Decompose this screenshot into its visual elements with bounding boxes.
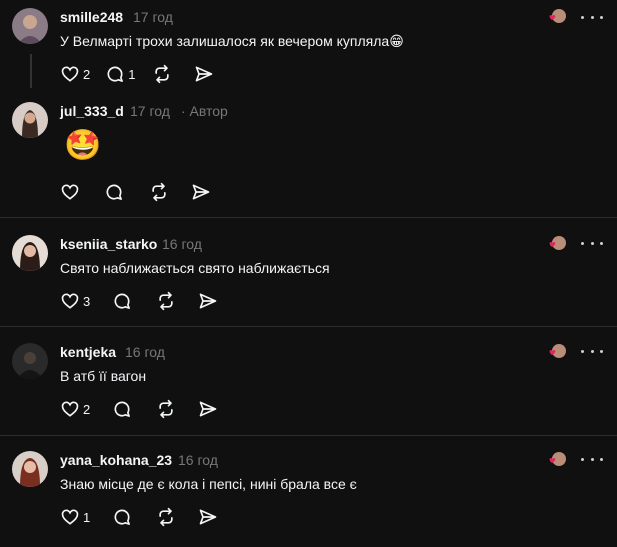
like-button[interactable]: 2 xyxy=(60,63,90,85)
send-icon xyxy=(192,184,210,200)
repost-button[interactable] xyxy=(152,63,172,85)
liked-by-author-badge xyxy=(548,8,566,24)
liked-by-author-badge xyxy=(548,235,566,251)
reply-button[interactable] xyxy=(112,290,132,312)
send-icon xyxy=(199,509,217,525)
reply-button[interactable] xyxy=(112,398,132,420)
repost-button[interactable] xyxy=(156,290,176,312)
share-button[interactable] xyxy=(191,181,211,203)
action-bar: 2 xyxy=(60,398,218,420)
username[interactable]: jul_333_d xyxy=(60,103,124,119)
author-tag: · Автор xyxy=(181,103,228,119)
repost-button[interactable] xyxy=(149,181,169,203)
like-count: 2 xyxy=(83,66,91,82)
repost-icon xyxy=(159,399,173,419)
heart-icon xyxy=(61,184,79,200)
divider xyxy=(0,326,617,327)
comment-icon xyxy=(114,293,131,309)
more-icon[interactable] xyxy=(581,346,603,356)
timestamp: 16 год xyxy=(125,344,165,360)
action-bar: 2 1 xyxy=(60,63,214,85)
action-bar xyxy=(60,181,211,203)
like-button[interactable] xyxy=(60,181,80,203)
comment-body: У Велмарті трохи залишалося як вечером к… xyxy=(60,33,390,49)
avatar[interactable] xyxy=(12,451,48,487)
liked-by-author-badge xyxy=(548,451,566,467)
more-icon[interactable] xyxy=(581,238,603,248)
heart-icon xyxy=(61,293,79,309)
comment-icon xyxy=(106,184,122,200)
like-button[interactable]: 2 xyxy=(60,398,90,420)
send-icon xyxy=(199,293,217,309)
more-icon[interactable] xyxy=(581,12,603,22)
reply-count: 1 xyxy=(128,66,136,82)
repost-icon xyxy=(155,64,170,84)
comment-icon xyxy=(114,509,131,525)
like-button[interactable]: 1 xyxy=(60,506,90,528)
send-icon xyxy=(199,401,217,417)
avatar[interactable] xyxy=(12,343,48,379)
timestamp: 16 год xyxy=(178,452,218,468)
comment-icon xyxy=(107,66,124,82)
timestamp: 16 год xyxy=(162,236,202,252)
divider xyxy=(0,217,617,218)
timestamp: 17 год xyxy=(133,9,173,25)
username[interactable]: yana_kohana_23 xyxy=(60,452,172,468)
comment-emoji: 🤩 xyxy=(64,129,102,162)
action-bar: 1 xyxy=(60,506,218,528)
emoji: 😁 xyxy=(389,33,404,49)
avatar[interactable] xyxy=(12,235,48,271)
share-button[interactable] xyxy=(198,506,218,528)
comment-icon xyxy=(114,401,131,417)
like-count: 2 xyxy=(83,401,91,417)
reply-button[interactable] xyxy=(112,506,132,528)
username[interactable]: kentjeka xyxy=(60,344,116,360)
repost-icon xyxy=(152,182,166,202)
share-button[interactable] xyxy=(198,398,218,420)
heart-icon xyxy=(61,66,79,82)
heart-icon xyxy=(61,509,79,525)
comment-text: В атб її вагон xyxy=(60,368,147,384)
like-count: 3 xyxy=(83,293,91,309)
like-button[interactable]: 3 xyxy=(60,290,90,312)
more-icon[interactable] xyxy=(581,454,603,464)
comment-text: Знаю місце де є кола і пепсі, нині брала… xyxy=(60,476,357,492)
reply-button[interactable]: 1 xyxy=(105,63,135,85)
repost-icon xyxy=(159,507,173,527)
divider xyxy=(0,435,617,436)
repost-button[interactable] xyxy=(156,506,176,528)
comment-text: У Велмарті трохи залишалося як вечером к… xyxy=(60,33,404,50)
reply-button[interactable] xyxy=(104,181,124,203)
like-count: 1 xyxy=(83,509,91,525)
liked-by-author-badge xyxy=(548,343,566,359)
thread-line xyxy=(30,54,32,88)
comment-text: Свято наближається свято наближається xyxy=(60,260,330,276)
send-icon xyxy=(196,66,213,82)
action-bar: 3 xyxy=(60,290,218,312)
username[interactable]: kseniia_starko xyxy=(60,236,157,252)
avatar[interactable] xyxy=(12,102,48,138)
share-button[interactable] xyxy=(198,290,218,312)
repost-icon xyxy=(159,291,173,311)
avatar[interactable] xyxy=(12,8,48,44)
username[interactable]: smille248 xyxy=(60,9,123,25)
timestamp: 17 год xyxy=(130,103,170,119)
share-button[interactable] xyxy=(194,63,214,85)
repost-button[interactable] xyxy=(156,398,176,420)
heart-icon xyxy=(61,401,79,417)
